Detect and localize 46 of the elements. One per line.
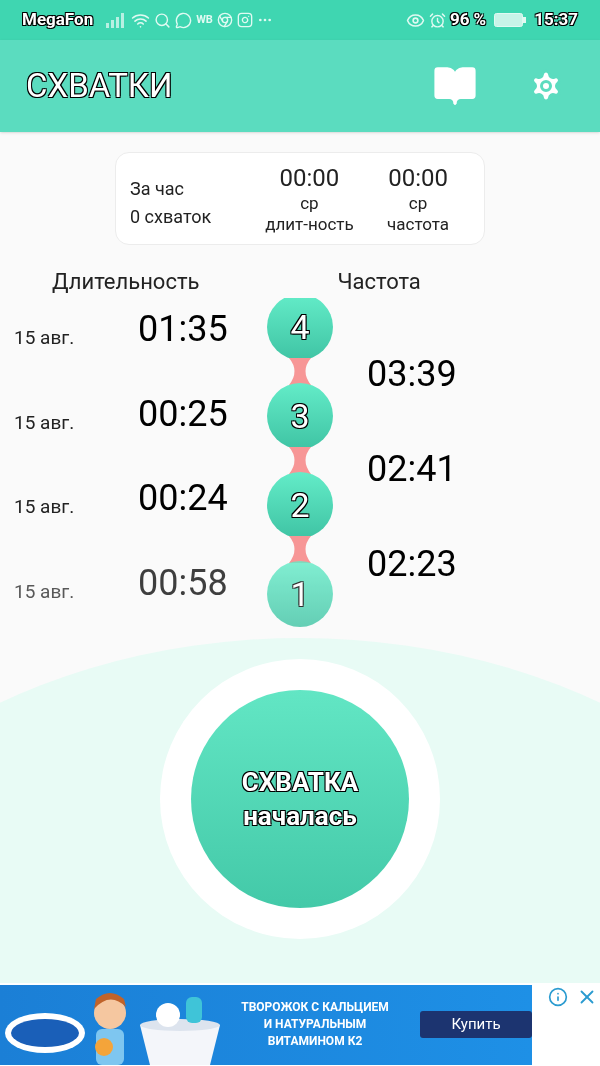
summary-label: ср: [408, 192, 428, 213]
app-title: СХВАТКИ: [26, 65, 173, 108]
contraction-date: 15 авг.: [14, 409, 76, 436]
connector-drawing: [289, 536, 311, 563]
contraction-interval: 03:39: [367, 352, 457, 397]
contraction-duration: 00:25: [138, 391, 228, 437]
summary-label: ср: [300, 192, 319, 213]
contraction-interval: 02:41: [367, 447, 457, 492]
contraction-date: 15 авг.: [14, 494, 76, 520]
contraction-number[interactable]: 4: [267, 298, 333, 360]
connector-drawing: [289, 447, 311, 474]
clock-time: 15:37: [534, 8, 578, 32]
ad-headline: ТВОРОЖОК С КАЛЬЦИЕМ: [241, 999, 389, 1016]
ad-headline: И НАТУРАЛЬНЫМ: [263, 1016, 367, 1033]
summary-label: частота: [387, 212, 450, 235]
column-header: Частота: [337, 268, 421, 296]
connector-drawing: [289, 358, 311, 385]
ad-banner[interactable]: ТВОРОЖОК С КАЛЬЦИЕМ И НАТУРАЛЬНЫМ ВИТАМИНОМ К2 Купить: [0, 984, 532, 1065]
buy-button[interactable]: Купить: [420, 1011, 532, 1038]
chat-bubble-icon: [175, 11, 193, 29]
start-contraction-button[interactable]: СХВАТКА началась: [191, 689, 409, 908]
contraction-number[interactable]: 2: [267, 472, 333, 538]
contraction-date: 15 авг.: [14, 325, 76, 351]
ad-headline: ВИТАМИНОМ К2: [267, 1033, 363, 1050]
summary-value: 00:00: [388, 162, 448, 193]
contraction-duration: 01:35: [138, 307, 228, 352]
summary-label: длит-ность: [265, 212, 354, 235]
battery-icon: [494, 12, 527, 28]
summary-value: 00:00: [279, 162, 340, 193]
column-header: Длительность: [52, 268, 200, 296]
contraction-number[interactable]: 3: [267, 383, 333, 449]
app-label: WB: [196, 11, 213, 28]
contraction-number[interactable]: 1: [267, 561, 333, 627]
contraction-count: 0 схваток: [130, 204, 213, 229]
contraction-duration: 00:24: [138, 476, 228, 521]
alarm-icon: [428, 11, 446, 29]
battery-percent: 96 %: [449, 8, 487, 32]
info-icon[interactable]: [548, 987, 568, 1007]
contraction-date: 15 авг.: [14, 578, 76, 605]
contraction-interval: 02:23: [367, 542, 457, 587]
browser-icon: [216, 12, 233, 28]
camera-icon: [236, 12, 253, 28]
carrier-name: MegaFon: [22, 8, 94, 32]
contraction-duration: 00:58: [138, 560, 228, 606]
summary-period: За час: [130, 176, 185, 201]
search-icon: [154, 11, 172, 29]
